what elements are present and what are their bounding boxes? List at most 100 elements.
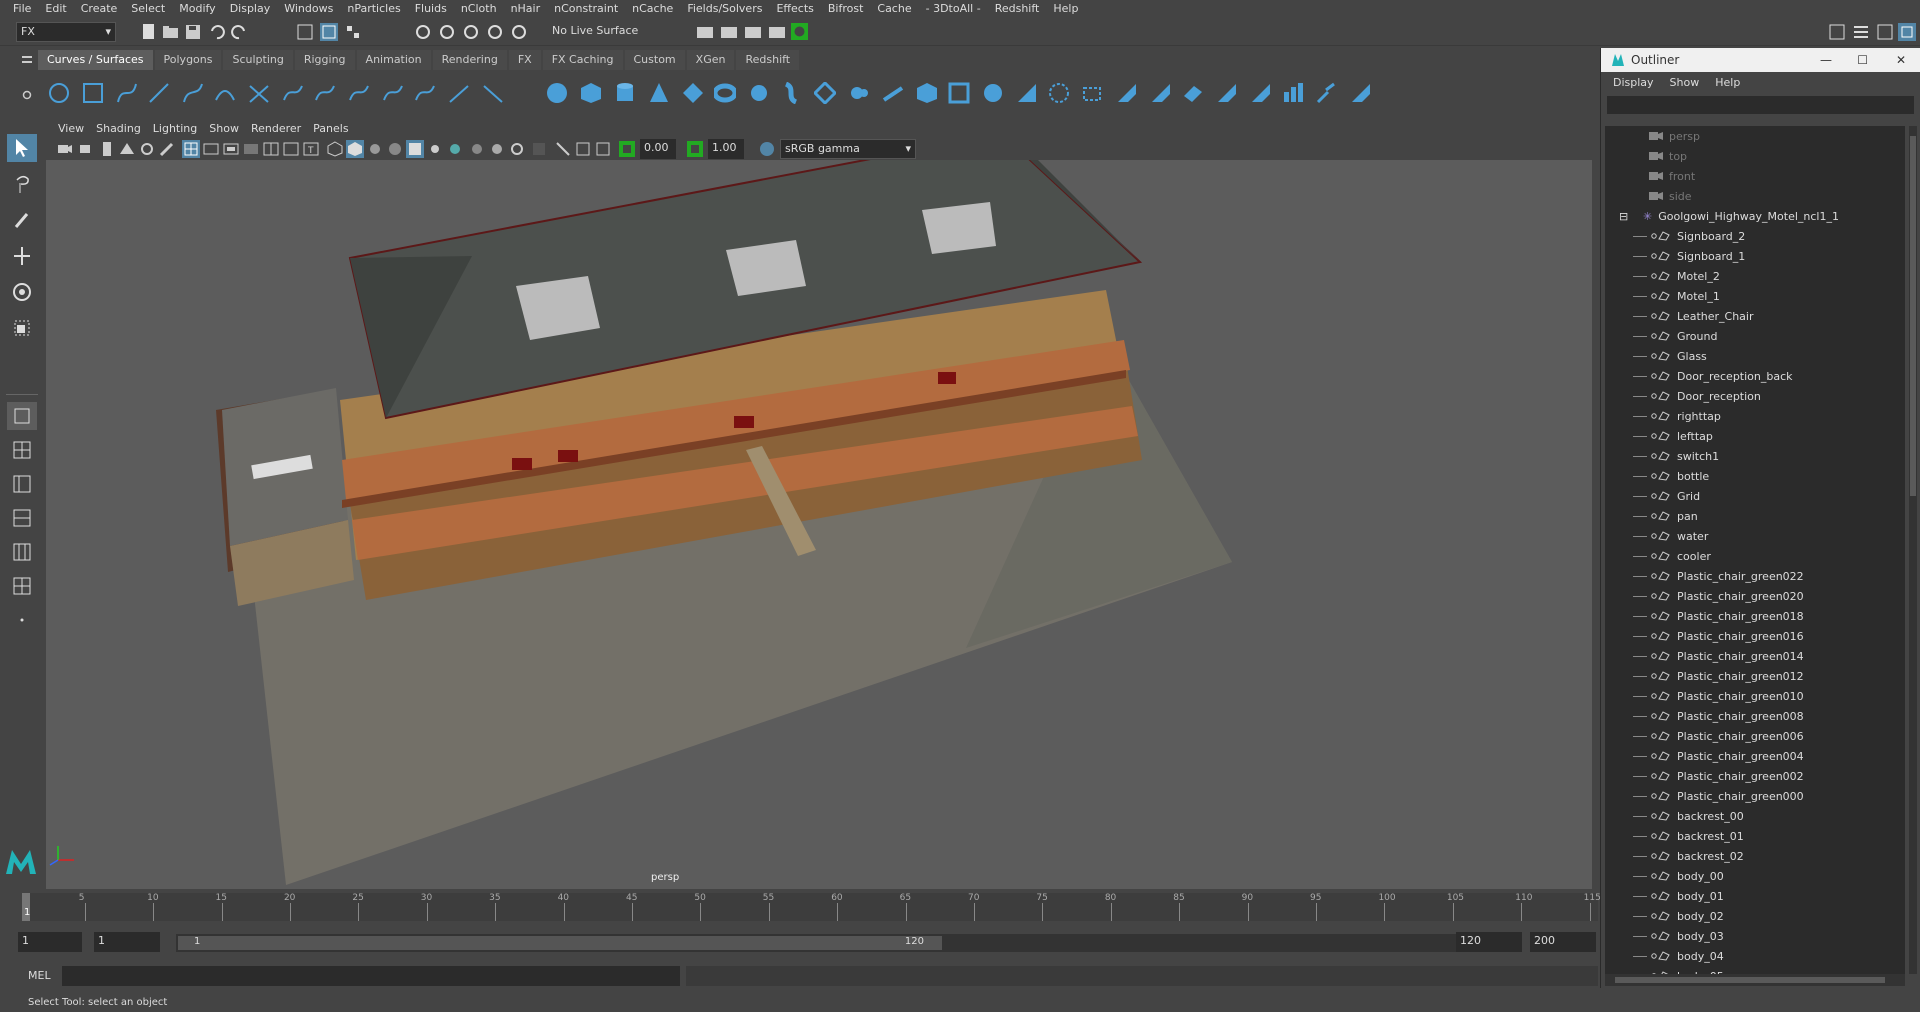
undo-icon[interactable] (208, 23, 226, 41)
rebuild-curve-icon[interactable] (414, 82, 436, 104)
render-view-icon[interactable] (696, 23, 714, 41)
menuset-dropdown[interactable]: FX ▾ (16, 22, 116, 42)
color-space-dropdown[interactable]: sRGB gamma ▾ (780, 139, 916, 159)
outliner-row-group[interactable]: ⊟ ✳ Goolgowi_Highway_Motel_ncl1_1 (1605, 206, 1905, 226)
channel-box-toggle-icon[interactable] (1852, 23, 1870, 41)
outliner-row-item[interactable]: body_02 (1605, 906, 1905, 926)
outliner-menu-show[interactable]: Show (1662, 76, 1708, 89)
menu-edit[interactable]: Edit (38, 0, 73, 18)
outliner-row-item[interactable]: Leather_Chair (1605, 306, 1905, 326)
wireframe-icon[interactable] (326, 140, 344, 158)
outliner-row-item[interactable]: Grid (1605, 486, 1905, 506)
menu-cache[interactable]: Cache (870, 0, 918, 18)
shelf-tab-curves-surfaces[interactable]: Curves / Surfaces (38, 50, 153, 70)
smooth-shade-icon[interactable] (346, 140, 364, 158)
cv-curve-icon[interactable] (116, 82, 138, 104)
attribute-editor-toggle-icon[interactable] (1876, 23, 1894, 41)
menu-select[interactable]: Select (124, 0, 172, 18)
nurbs-square-icon[interactable] (82, 82, 104, 104)
panel-menu-view[interactable]: View (52, 122, 90, 135)
xray-icon[interactable] (554, 140, 572, 158)
minimize-icon[interactable]: — (1820, 53, 1832, 67)
menu-help[interactable]: Help (1046, 0, 1085, 18)
menu-redshift[interactable]: Redshift (988, 0, 1047, 18)
loft-icon[interactable] (782, 82, 804, 104)
bookmark-icon[interactable] (98, 140, 116, 158)
view-transform-icon[interactable] (758, 140, 776, 158)
pencil-curve-icon[interactable] (182, 82, 204, 104)
outliner-row-item[interactable]: backrest_01 (1605, 826, 1905, 846)
intersect-surfaces-icon[interactable] (1048, 82, 1070, 104)
menu-windows[interactable]: Windows (277, 0, 340, 18)
multisample-aa-icon[interactable] (488, 140, 506, 158)
outliner-menu-display[interactable]: Display (1605, 76, 1662, 89)
nurbs-sphere-icon[interactable] (546, 82, 568, 104)
outliner-row-item[interactable]: Plastic_chair_green000 (1605, 786, 1905, 806)
detach-surfaces-icon[interactable] (1182, 82, 1204, 104)
panel-menu-lighting[interactable]: Lighting (147, 122, 203, 135)
extrude-icon[interactable] (848, 82, 870, 104)
square-surface-icon[interactable] (948, 82, 970, 104)
outliner-row-item[interactable]: Signboard_1 (1605, 246, 1905, 266)
select-object-icon[interactable] (320, 23, 338, 41)
curve-editing-icon[interactable] (482, 82, 504, 104)
persp-graph-layout[interactable] (7, 504, 37, 532)
outliner-h-scroll-thumb[interactable] (1615, 977, 1885, 983)
viewport-persp[interactable]: persp (46, 160, 1592, 889)
shelf-tab-animation[interactable]: Animation (356, 50, 431, 70)
outliner-row-item[interactable]: Plastic_chair_green018 (1605, 606, 1905, 626)
save-scene-icon[interactable] (184, 23, 202, 41)
motion-blur-icon[interactable] (468, 140, 486, 158)
outliner-row-item[interactable]: body_01 (1605, 886, 1905, 906)
safe-action-icon[interactable] (282, 140, 300, 158)
nurbs-torus-icon[interactable] (714, 82, 736, 104)
wireframe-on-shaded-icon[interactable] (366, 140, 384, 158)
camera-attributes-icon[interactable] (78, 140, 96, 158)
snap-view-icon[interactable] (486, 23, 504, 41)
insert-knot-icon[interactable] (314, 82, 336, 104)
open-close-surface-icon[interactable] (1216, 82, 1238, 104)
outliner-row-item[interactable]: water (1605, 526, 1905, 546)
shelf-tab-fx[interactable]: FX (508, 50, 541, 70)
snap-curve-icon[interactable] (438, 23, 456, 41)
outliner-row-persp[interactable]: persp (1605, 126, 1905, 146)
custom-layout[interactable] (7, 606, 37, 634)
gate-mask-icon[interactable] (242, 140, 260, 158)
single-perspective-layout[interactable] (7, 402, 37, 430)
outliner-row-item[interactable]: Plastic_chair_green008 (1605, 706, 1905, 726)
xray-joints-icon[interactable] (574, 140, 592, 158)
rebuild-surface-icon[interactable] (1350, 82, 1372, 104)
outliner-row-item[interactable]: Door_reception (1605, 386, 1905, 406)
offset-curve-icon[interactable] (382, 82, 404, 104)
extend-curve-icon[interactable] (348, 82, 370, 104)
time-slider[interactable]: 5 10 15 20 25 30 35 40 45 50 55 60 65 70 75 80 85 90 95 100… (22, 893, 1601, 921)
nurbs-circle-icon[interactable] (48, 82, 70, 104)
planar-icon[interactable] (814, 82, 836, 104)
persp-outliner-layout[interactable] (7, 470, 37, 498)
outliner-row-item[interactable]: Plastic_chair_green016 (1605, 626, 1905, 646)
outliner-row-item[interactable]: cooler (1605, 546, 1905, 566)
outliner-row-item[interactable]: righttap (1605, 406, 1905, 426)
two-d-pan-icon[interactable] (138, 140, 156, 158)
revolve-icon[interactable] (748, 82, 770, 104)
command-input[interactable] (62, 966, 680, 986)
outliner-row-item[interactable]: bottle (1605, 466, 1905, 486)
gamma-field[interactable]: 1.00 (708, 139, 744, 159)
outliner-row-item[interactable]: Signboard_2 (1605, 226, 1905, 246)
birail-icon[interactable] (882, 82, 904, 104)
add-points-icon[interactable] (448, 82, 470, 104)
menu-modify[interactable]: Modify (172, 0, 222, 18)
outliner-row-item[interactable]: Plastic_chair_green004 (1605, 746, 1905, 766)
playback-start-field[interactable]: 1 (94, 932, 160, 952)
image-plane-icon[interactable] (118, 140, 136, 158)
snap-surface-icon[interactable] (510, 23, 528, 41)
attach-surfaces-icon[interactable] (1150, 82, 1172, 104)
panel-menu-shading[interactable]: Shading (90, 122, 147, 135)
outliner-row-item[interactable]: body_04 (1605, 946, 1905, 966)
sculpt-geometry-icon[interactable] (1316, 82, 1338, 104)
select-hierarchy-icon[interactable] (296, 23, 314, 41)
shelf-tab-custom[interactable]: Custom (624, 50, 685, 70)
outliner-row-side[interactable]: side (1605, 186, 1905, 206)
open-scene-icon[interactable] (162, 23, 180, 41)
depth-of-field-icon[interactable] (508, 140, 526, 158)
